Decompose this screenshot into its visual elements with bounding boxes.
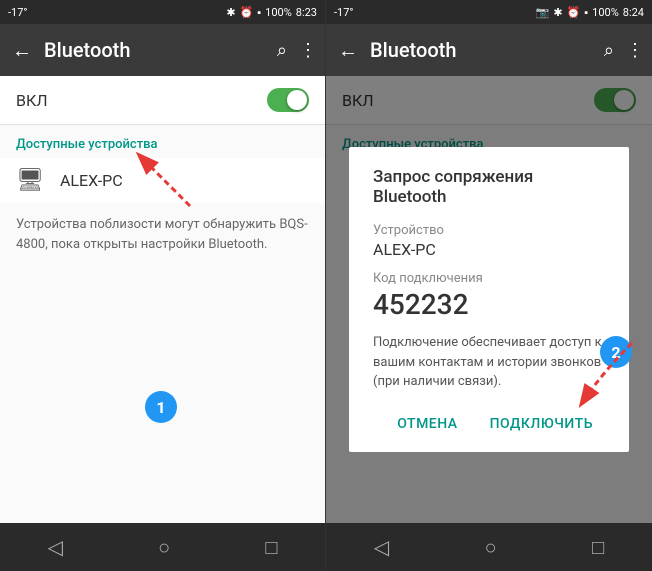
left-temp: -17° [8,6,28,19]
left-more-icon[interactable]: ⋮ [299,40,317,61]
right-toolbar-title: Bluetooth [370,38,596,62]
bluetooth-pairing-dialog: Запрос сопряжения Bluetooth Устройство A… [349,147,629,452]
left-phone-screen: -17° ✱ ⏰ ▪ 100% 8:23 ← Bluetooth ⌕ ⋮ ВКЛ… [0,0,326,571]
right-step-number: 2 [611,343,620,362]
right-bluetooth-icon: ✱ [553,6,562,19]
right-more-icon[interactable]: ⋮ [626,40,644,61]
left-recent-nav[interactable]: □ [245,527,297,568]
left-discovery-text: Устройства поблизости могут обнаружить B… [0,203,325,266]
left-status-left: -17° [8,6,28,19]
left-battery-pct: 100% [265,6,292,19]
left-toolbar: ← Bluetooth ⌕ ⋮ [0,24,325,76]
dialog-description: Подключение обеспечивает доступ к вашим … [373,333,605,392]
right-search-icon[interactable]: ⌕ [604,40,614,61]
left-time: 8:23 [296,6,317,19]
left-home-nav[interactable]: ○ [138,527,190,568]
left-back-nav[interactable]: ◁ [28,527,83,567]
left-toolbar-icons: ⌕ ⋮ [277,40,317,61]
right-step-circle: 2 [600,336,632,368]
left-toggle-switch[interactable] [267,88,309,112]
left-section-header: Доступные устройства [0,125,325,158]
dialog-title: Запрос сопряжения Bluetooth [373,167,605,207]
left-device-item[interactable]: 🖥 ALEX-PC [0,158,325,203]
right-status-right: 📷 ✱ ⏰ ▪ 100% 8:24 [536,6,644,19]
right-toolbar-icons: ⌕ ⋮ [604,40,644,61]
dialog-overlay: Запрос сопряжения Bluetooth Устройство A… [326,76,652,523]
right-back-nav[interactable]: ◁ [354,527,409,567]
cancel-button[interactable]: ОТМЕНА [385,408,469,440]
left-content: ВКЛ Доступные устройства 🖥 ALEX-PC Устро… [0,76,325,523]
right-time: 8:24 [623,6,644,19]
left-nav-bar: ◁ ○ □ [0,523,325,571]
dialog-actions: ОТМЕНА ПОДКЛЮЧИТЬ [373,408,605,440]
left-step-number: 1 [156,398,165,417]
dialog-device-name: ALEX-PC [373,240,605,259]
right-content: ВКЛ Доступные устройства Запрос сопряжен… [326,76,652,523]
left-bluetooth-icon: ✱ [226,6,235,19]
left-battery-icon: ▪ [257,6,261,19]
right-toolbar: ← Bluetooth ⌕ ⋮ [326,24,652,76]
left-device-name: ALEX-PC [60,171,123,190]
device-label: Устройство [373,223,605,238]
right-recent-nav[interactable]: □ [572,527,624,568]
left-toolbar-title: Bluetooth [44,38,269,62]
right-back-button[interactable]: ← [334,34,362,67]
pairing-code: 452232 [373,288,605,321]
right-camera-icon: 📷 [536,6,550,19]
right-nav-bar: ◁ ○ □ [326,523,652,571]
right-status-left: -17° [334,6,354,19]
left-toggle-label: ВКЛ [16,91,48,110]
left-alarm-icon: ⏰ [240,6,254,19]
right-status-bar: -17° 📷 ✱ ⏰ ▪ 100% 8:24 [326,0,652,24]
left-status-bar: -17° ✱ ⏰ ▪ 100% 8:23 [0,0,325,24]
right-home-nav[interactable]: ○ [465,527,517,568]
code-label: Код подключения [373,271,605,286]
connect-button[interactable]: ПОДКЛЮЧИТЬ [478,408,605,440]
left-back-button[interactable]: ← [8,34,36,67]
right-phone-screen: -17° 📷 ✱ ⏰ ▪ 100% 8:24 ← Bluetooth ⌕ ⋮ В… [326,0,652,571]
right-temp: -17° [334,6,354,19]
left-monitor-icon: 🖥 [16,168,44,193]
right-battery-pct: 100% [592,6,619,19]
left-toggle-row[interactable]: ВКЛ [0,76,325,125]
right-battery-icon: ▪ [584,6,588,19]
left-status-right: ✱ ⏰ ▪ 100% 8:23 [226,6,317,19]
left-step-circle: 1 [145,391,177,423]
left-search-icon[interactable]: ⌕ [277,40,287,61]
right-alarm-icon: ⏰ [567,6,581,19]
